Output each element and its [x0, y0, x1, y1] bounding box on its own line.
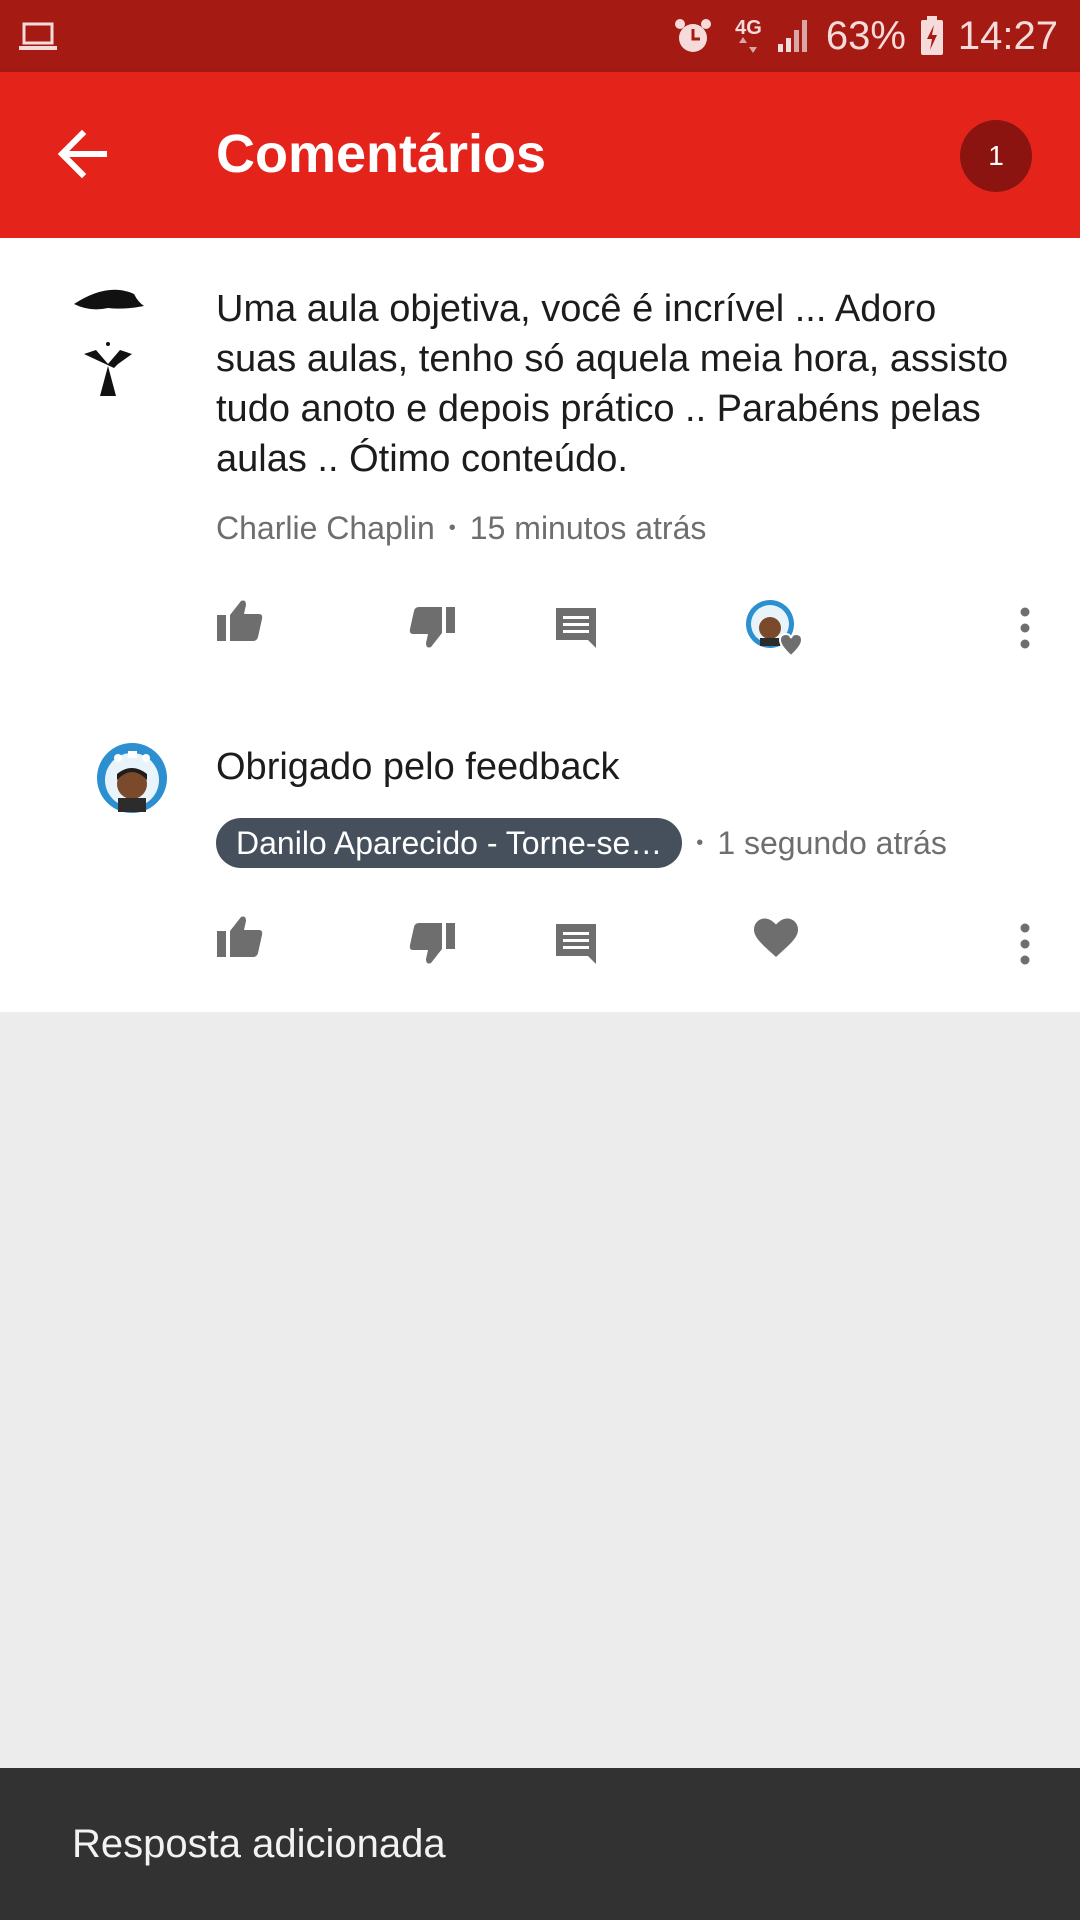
- signal-icon: [777, 20, 807, 52]
- reply-icon: [556, 608, 596, 648]
- dislike-icon: [409, 923, 455, 964]
- comment-meta: Charlie Chaplin • 15 minutos atrás: [216, 506, 706, 550]
- battery-level: 63%: [825, 14, 906, 58]
- alarm-icon: [675, 19, 712, 52]
- reply-button[interactable]: [548, 916, 604, 972]
- reply-icon: [556, 924, 596, 964]
- laptop-icon: [19, 22, 57, 50]
- more-vert-icon: [1020, 923, 1030, 965]
- like-icon: [217, 600, 263, 641]
- creator-heart-icon: [746, 600, 804, 658]
- more-options-button[interactable]: [1000, 600, 1050, 656]
- arrow-back-icon: [57, 129, 107, 179]
- app-bar: Comentários 1: [0, 72, 1080, 238]
- comment-author[interactable]: Charlie Chaplin: [216, 506, 435, 550]
- like-button[interactable]: [212, 592, 268, 648]
- status-bar: 4G 63% 14:27: [0, 0, 1080, 72]
- danilo-avatar-image[interactable]: [96, 742, 168, 814]
- dislike-button[interactable]: [404, 600, 460, 656]
- creator-author-chip[interactable]: Danilo Aparecido - Torne-se…: [216, 818, 683, 868]
- creator-heart-button[interactable]: [740, 594, 810, 664]
- like-icon: [217, 916, 263, 957]
- like-button[interactable]: [212, 908, 268, 964]
- back-button[interactable]: [52, 124, 112, 184]
- dislike-icon: [409, 607, 455, 648]
- reply-time: 1 segundo atrás: [717, 825, 947, 861]
- reply-meta: Danilo Aparecido - Torne-se… • 1 segundo…: [216, 818, 947, 868]
- comments-panel: Uma aula objetiva, você é incrível ... A…: [0, 238, 1080, 1012]
- dislike-button[interactable]: [404, 916, 460, 972]
- more-vert-icon: [1020, 607, 1030, 649]
- reply-text: Obrigado pelo feedback: [216, 746, 620, 788]
- comment-text: Uma aula objetiva, você é incrível ... A…: [216, 288, 1009, 480]
- snackbar: Resposta adicionada: [0, 1768, 1080, 1920]
- comment-count-badge[interactable]: 1: [960, 120, 1032, 192]
- data-arrows-icon: [739, 37, 758, 53]
- comment-time: 15 minutos atrás: [469, 510, 707, 546]
- more-options-button[interactable]: [1000, 916, 1050, 972]
- meta-separator: •: [448, 517, 456, 539]
- chaplin-avatar[interactable]: [64, 284, 152, 404]
- heart-button[interactable]: [748, 910, 804, 966]
- clock: 14:27: [957, 14, 1058, 58]
- danilo-avatar[interactable]: [96, 980, 168, 1052]
- heart-icon: [754, 918, 798, 957]
- snackbar-message: Resposta adicionada: [72, 1822, 446, 1866]
- battery-charging-icon: [920, 16, 943, 55]
- reply-button[interactable]: [548, 600, 604, 656]
- network-indicator: 4G: [735, 18, 762, 53]
- page-title: Comentários: [216, 124, 547, 184]
- meta-separator: •: [696, 832, 704, 854]
